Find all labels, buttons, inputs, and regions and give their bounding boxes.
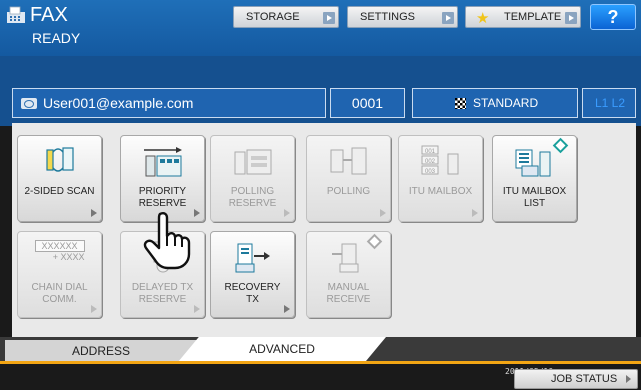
arrow-right-icon [442,12,454,24]
itu-mailbox-label: ITU MAILBOX [408,186,473,197]
recovery-tx-button[interactable]: RECOVERY TX [210,231,295,318]
svg-text:001: 001 [425,149,436,155]
polling-reserve-icon [234,149,271,175]
itu-mailbox-icon: 001 002 003 [421,145,458,175]
priority-reserve-label-1: PRIORITY [138,186,187,197]
polling-icon [330,147,366,175]
arrow-right-icon [472,209,478,217]
two-sided-scan-icon [45,147,74,172]
arrow-right-icon [565,12,577,24]
recipient-email-field[interactable]: User001@example.com [12,88,326,118]
job-status-label: JOB STATUS [551,373,618,385]
arrow-right-icon [380,209,386,217]
star-icon: ★ [476,10,490,27]
advanced-functions-panel: 2-SIDED SCAN PRIORITY RESERVE POLLING RE… [12,123,636,337]
priority-reserve-label-2: RESERVE [138,198,187,209]
email-icon [21,98,37,109]
itu-mailbox-list-label-2: LIST [523,198,546,209]
chain-dial-icon-text-1: XXXXXX [34,240,85,252]
manual-receive-button[interactable]: MANUAL RECEIVE [306,231,391,318]
polling-button[interactable]: POLLING [306,135,391,222]
arrow-right-icon [323,12,335,24]
arrow-right-icon [91,305,97,313]
recovery-tx-label-1: RECOVERY [224,282,281,293]
priority-reserve-button[interactable]: PRIORITY RESERVE [120,135,205,222]
chain-dial-label-1: CHAIN DIAL [31,282,88,293]
two-sided-scan-label: 2-SIDED SCAN [24,186,95,197]
polling-label: POLLING [326,186,371,197]
app-title: FAX [30,4,68,26]
two-sided-scan-button[interactable]: 2-SIDED SCAN [17,135,102,222]
storage-button[interactable]: STORAGE [233,6,339,28]
recipient-email: User001@example.com [43,95,194,111]
resolution-icon [455,98,466,109]
recovery-tx-label-2: TX [246,294,259,305]
arrow-right-icon [626,375,631,383]
itu-mailbox-list-button[interactable]: ITU MAILBOX LIST [492,135,577,222]
polling-reserve-button[interactable]: POLLING RESERVE [210,135,295,222]
chain-dial-label-2: COMM. [42,294,77,305]
delayed-tx-label-2: RESERVE [138,294,187,305]
resolution-field: STANDARD [412,88,578,118]
itu-mailbox-list-icon [515,149,550,177]
settings-button[interactable]: SETTINGS [347,6,458,28]
tab-address[interactable]: ADDRESS [5,340,197,362]
itu-mailbox-button[interactable]: 001 002 003 ITU MAILBOX [398,135,483,222]
fax-icon [7,6,25,23]
polling-reserve-label-1: POLLING [230,186,275,197]
line-indicator: L1 L2 [582,88,636,118]
template-button[interactable]: ★ TEMPLATE [465,6,581,28]
settings-label: SETTINGS [360,11,416,23]
chain-dial-icon: XXXXXX + XXXX [34,240,85,274]
arrow-right-icon [284,209,290,217]
chain-dial-icon-text-2: + XXXX [52,252,85,262]
manual-receive-label-1: MANUAL [327,282,370,293]
arrow-right-icon [194,209,200,217]
itu-mailbox-list-label-1: ITU MAILBOX [502,186,567,197]
recipient-count: 0001 [330,88,405,118]
resolution-label: STANDARD [473,96,539,110]
recovery-tx-icon [235,243,270,273]
pointing-hand-icon [143,212,191,270]
manual-receive-icon [331,243,358,273]
priority-reserve-icon [143,147,182,177]
tab-advanced[interactable]: ADVANCED [178,337,386,362]
chain-dial-comm-button[interactable]: XXXXXX + XXXX CHAIN DIAL COMM. [17,231,102,318]
polling-reserve-label-2: RESERVE [228,198,277,209]
job-status-button[interactable]: JOB STATUS [514,369,638,389]
manual-receive-label-2: RECEIVE [326,294,371,305]
delayed-tx-label-1: DELAYED TX [131,282,194,293]
help-button[interactable]: ? [590,4,636,30]
svg-text:002: 002 [425,159,436,165]
arrow-right-icon [91,209,97,217]
storage-label: STORAGE [246,11,300,23]
svg-text:003: 003 [425,169,436,175]
arrow-right-icon [284,305,290,313]
status-text: READY [32,30,81,46]
template-label: TEMPLATE [504,11,562,23]
arrow-right-icon [194,305,200,313]
